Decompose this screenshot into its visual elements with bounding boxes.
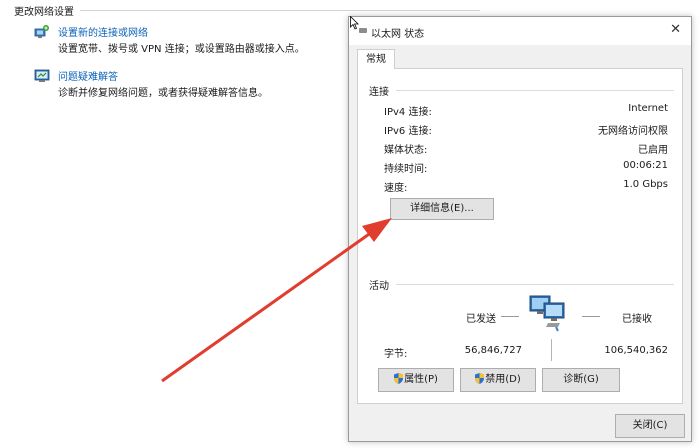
network-setup-icon <box>34 25 49 38</box>
speed-row: 速度: 1.0 Gbps <box>384 179 668 194</box>
media-state-label: 媒体状态: <box>384 145 428 156</box>
sent-dash <box>501 316 519 317</box>
activity-divider <box>396 284 674 285</box>
bytes-sent-value: 56,846,727 <box>464 345 522 356</box>
properties-button[interactable]: 属性(P) <box>378 368 454 392</box>
ipv6-row: IPv6 连接: 无网络访问权限 <box>384 122 668 137</box>
section-divider <box>80 10 480 11</box>
activity-group-label: 活动 <box>369 281 389 292</box>
bytes-received-value: 106,540,362 <box>604 345 668 356</box>
speed-label: 速度: <box>384 183 408 194</box>
speed-value: 1.0 Gbps <box>623 179 668 190</box>
network-computers-icon <box>529 295 565 332</box>
ipv6-value: 无网络访问权限 <box>598 126 668 137</box>
ipv6-label: IPv6 连接: <box>384 126 432 137</box>
ipv4-label: IPv4 连接: <box>384 107 432 118</box>
disable-button-label: 禁用(D) <box>485 374 521 385</box>
duration-row: 持续时间: 00:06:21 <box>384 160 668 175</box>
duration-value: 00:06:21 <box>623 160 668 171</box>
dialog-titlebar[interactable]: 以太网 状态 ✕ <box>349 17 691 45</box>
troubleshoot-desc: 诊断并修复网络问题，或者获得疑难解答信息。 <box>58 88 268 99</box>
ethernet-icon <box>359 28 367 33</box>
connection-divider <box>396 90 674 91</box>
troubleshoot-icon <box>34 69 50 82</box>
duration-label: 持续时间: <box>384 164 428 175</box>
received-dash <box>582 316 600 317</box>
details-button[interactable]: 详细信息(E)... <box>390 198 494 220</box>
received-label: 已接收 <box>622 314 652 325</box>
sent-label: 已发送 <box>466 314 496 325</box>
bytes-label: 字节: <box>384 349 408 360</box>
connection-group-label: 连接 <box>369 87 389 98</box>
diagnose-button[interactable]: 诊断(G) <box>542 368 620 392</box>
mouse-cursor-icon <box>350 16 359 30</box>
troubleshoot-link[interactable]: 问题疑难解答 <box>58 68 118 83</box>
setup-connection-link[interactable]: 设置新的连接或网络 <box>58 24 148 39</box>
section-title: 更改网络设置 <box>14 3 78 18</box>
dialog-title: 以太网 状态 <box>371 29 425 40</box>
ipv4-row: IPv4 连接: Internet <box>384 103 668 118</box>
general-panel: 连接 IPv4 连接: Internet IPv6 连接: 无网络访问权限 媒体… <box>357 68 683 404</box>
media-state-row: 媒体状态: 已启用 <box>384 141 668 156</box>
close-button[interactable]: 关闭(C) <box>615 414 685 438</box>
tab-general[interactable]: 常规 <box>357 49 395 69</box>
ipv4-value: Internet <box>628 103 668 114</box>
shield-icon <box>394 373 404 384</box>
disable-button[interactable]: 禁用(D) <box>460 368 536 392</box>
close-icon[interactable]: ✕ <box>670 22 681 37</box>
shield-icon <box>475 373 485 384</box>
properties-button-label: 属性(P) <box>404 374 438 385</box>
setup-connection-desc: 设置宽带、拨号或 VPN 连接；或设置路由器或接入点。 <box>58 44 305 55</box>
ethernet-status-dialog: 以太网 状态 ✕ 常规 连接 IPv4 连接: Internet IPv6 连接… <box>348 16 692 442</box>
activity-separator <box>551 339 552 361</box>
media-state-value: 已启用 <box>638 145 668 156</box>
